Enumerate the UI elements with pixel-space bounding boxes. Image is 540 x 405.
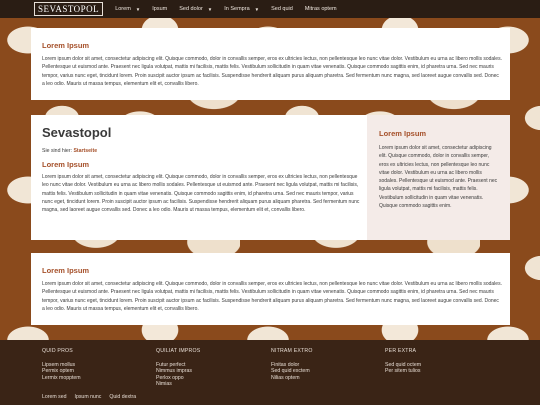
page-title: Sevastopol bbox=[42, 125, 112, 140]
brand-logo[interactable]: SEVASTOPOL bbox=[34, 2, 104, 16]
footer-bottom-link[interactable]: Quid dextra bbox=[109, 394, 136, 400]
footer-heading: NITRAM EXTRO bbox=[271, 348, 313, 354]
content-text: Lorem ipsum dolor sit amet, consectetur … bbox=[42, 174, 360, 214]
chevron-down-icon: ▼ bbox=[207, 6, 213, 12]
footer-column-quiliat-impros: QUILIAT IMPROS Futur perfect Nimmus impr… bbox=[156, 348, 200, 388]
site-footer: QUID PROS Lipsem mollus Permix optem Ler… bbox=[0, 340, 540, 405]
footer-heading: QUID PROS bbox=[42, 348, 73, 354]
footer-link[interactable]: Nilias optem bbox=[271, 375, 313, 381]
chevron-down-icon: ▼ bbox=[254, 6, 260, 12]
section-text: Lorem ipsum dolor sit amet, consectetur … bbox=[42, 56, 502, 87]
content-heading: Lorem Ipsum bbox=[42, 160, 90, 169]
footer-link[interactable]: Sed quid exctem bbox=[271, 368, 313, 374]
sidebar-heading: Lorem Ipsum bbox=[379, 129, 427, 138]
footer-heading: PER EXTRA bbox=[385, 348, 417, 354]
bottom-section: Lorem Ipsum Lorem ipsum dolor sit amet, … bbox=[31, 253, 510, 325]
nav-menu: Lorem ▼ Ipsum Sed dolor ▼ In Sempra ▼ Sed q… bbox=[115, 6, 348, 12]
footer-column-per-extra: PER EXTRA Sed quid octem Per sitem tulio… bbox=[385, 348, 421, 375]
breadcrumb-prefix: Sie sind hier: bbox=[42, 148, 72, 154]
breadcrumb-link[interactable]: Startseite bbox=[73, 148, 97, 154]
footer-column-nitram-extro: NITRAM EXTRO Finitas dolor Sed quid exct… bbox=[271, 348, 313, 381]
section-text: Lorem ipsum dolor sit amet, consectetur … bbox=[42, 281, 502, 312]
footer-bottom-links: Lorem sed Ipsum nunc Quid dextra bbox=[42, 394, 144, 400]
footer-column-quid-pros: QUID PROS Lipsem mollus Permix optem Ler… bbox=[42, 348, 81, 381]
top-navbar: SEVASTOPOL Lorem ▼ Ipsum Sed dolor ▼ In Se… bbox=[0, 0, 540, 18]
footer-link[interactable]: Per sitem tulios bbox=[385, 368, 421, 374]
footer-link[interactable]: Lermix mopptem bbox=[42, 375, 81, 381]
sidebar-text: Lorem ipsum dolor sit amet, consectetur … bbox=[379, 145, 498, 210]
main-content: Sevastopol Sie sind hier: Startseite Lor… bbox=[42, 125, 362, 214]
nav-item-mitras-optem[interactable]: Mitras optem bbox=[305, 6, 337, 12]
chevron-down-icon: ▼ bbox=[135, 6, 141, 12]
footer-bottom-link[interactable]: Lorem sed bbox=[42, 394, 67, 400]
nav-item-ipsum[interactable]: Ipsum bbox=[152, 6, 167, 12]
footer-link[interactable]: Nimias bbox=[156, 381, 200, 387]
footer-bottom-link[interactable]: Ipsum nunc bbox=[75, 394, 102, 400]
nav-item-sed-quid[interactable]: Sed quid bbox=[271, 6, 293, 12]
sidebar-box: Lorem Ipsum Lorem ipsum dolor sit amet, … bbox=[367, 115, 510, 240]
intro-section: Lorem Ipsum Lorem ipsum dolor sit amet, … bbox=[31, 28, 510, 100]
section-heading: Lorem Ipsum bbox=[42, 266, 90, 275]
footer-heading: QUILIAT IMPROS bbox=[156, 348, 201, 354]
nav-item-in-sempra[interactable]: In Sempra ▼ bbox=[224, 6, 259, 12]
main-section: Sevastopol Sie sind hier: Startseite Lor… bbox=[31, 115, 510, 240]
nav-item-lorem[interactable]: Lorem ▼ bbox=[115, 6, 140, 12]
breadcrumb: Sie sind hier: Startseite bbox=[42, 148, 362, 154]
section-heading: Lorem Ipsum bbox=[42, 41, 90, 50]
nav-item-sed-dolor[interactable]: Sed dolor ▼ bbox=[179, 6, 212, 12]
